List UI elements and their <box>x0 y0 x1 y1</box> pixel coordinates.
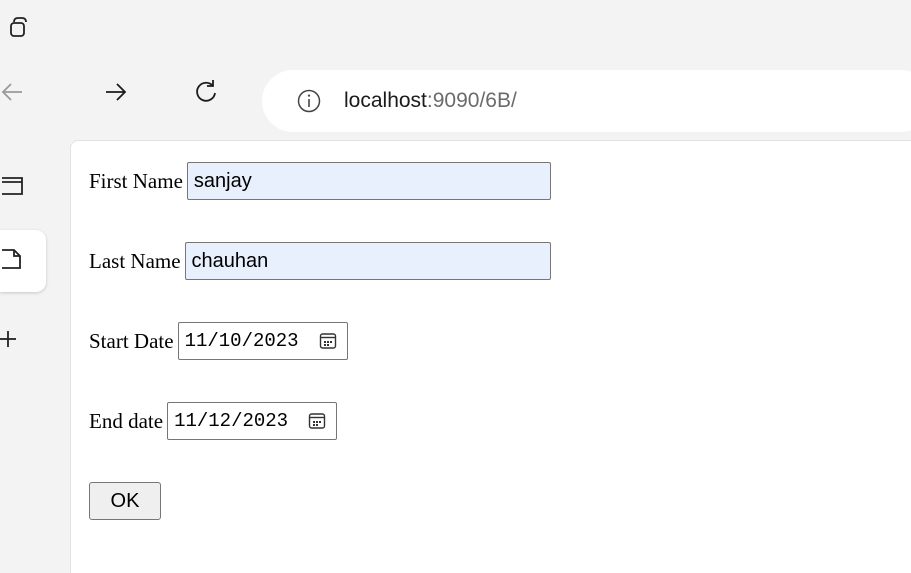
end-date-value: 11/12/2023 <box>174 410 289 432</box>
ok-button[interactable]: OK <box>89 482 161 520</box>
url-text[interactable]: localhost:9090/6B/ <box>344 88 517 114</box>
url-host: localhost <box>344 89 427 112</box>
start-date-label: Start Date <box>89 328 174 353</box>
forward-button[interactable] <box>96 74 136 114</box>
start-date-value: 11/10/2023 <box>184 330 299 352</box>
back-arrow-icon <box>0 78 26 111</box>
first-name-input[interactable]: sanjay <box>186 162 551 200</box>
refresh-icon <box>192 78 220 111</box>
last-name-row: Last Name chauhan <box>89 241 551 281</box>
tab-actions-button[interactable] <box>0 156 46 218</box>
title-bar <box>0 0 911 62</box>
start-date-row: Start Date 11/10/2023 <box>89 321 348 361</box>
workspace-icon[interactable] <box>6 14 32 40</box>
end-date-input[interactable]: 11/12/2023 <box>167 402 338 440</box>
refresh-button[interactable] <box>186 74 226 114</box>
url-path: :9090/6B/ <box>426 89 517 112</box>
last-name-input[interactable]: chauhan <box>184 242 551 280</box>
new-tab-button[interactable] <box>0 310 46 372</box>
plus-icon <box>0 324 30 359</box>
tab-actions-icon <box>0 170 30 205</box>
calendar-icon[interactable] <box>308 412 326 430</box>
calendar-icon[interactable] <box>319 332 337 350</box>
page-icon <box>0 244 30 279</box>
last-name-label: Last Name <box>89 248 181 273</box>
page-content: First Name sanjay Last Name chauhan Star… <box>70 140 911 573</box>
info-icon[interactable] <box>296 88 322 114</box>
forward-arrow-icon <box>102 78 130 111</box>
end-date-label: End date <box>89 408 164 433</box>
end-date-row: End date 11/12/2023 <box>89 401 338 441</box>
start-date-input[interactable]: 11/10/2023 <box>177 322 348 360</box>
first-name-label: First Name <box>89 168 183 193</box>
sidebar-tab-active[interactable] <box>0 230 46 292</box>
back-button[interactable] <box>0 74 32 114</box>
first-name-row: First Name sanjay <box>89 161 551 201</box>
browser-window: localhost:9090/6B/ First Name sanjay Las… <box>0 0 911 573</box>
